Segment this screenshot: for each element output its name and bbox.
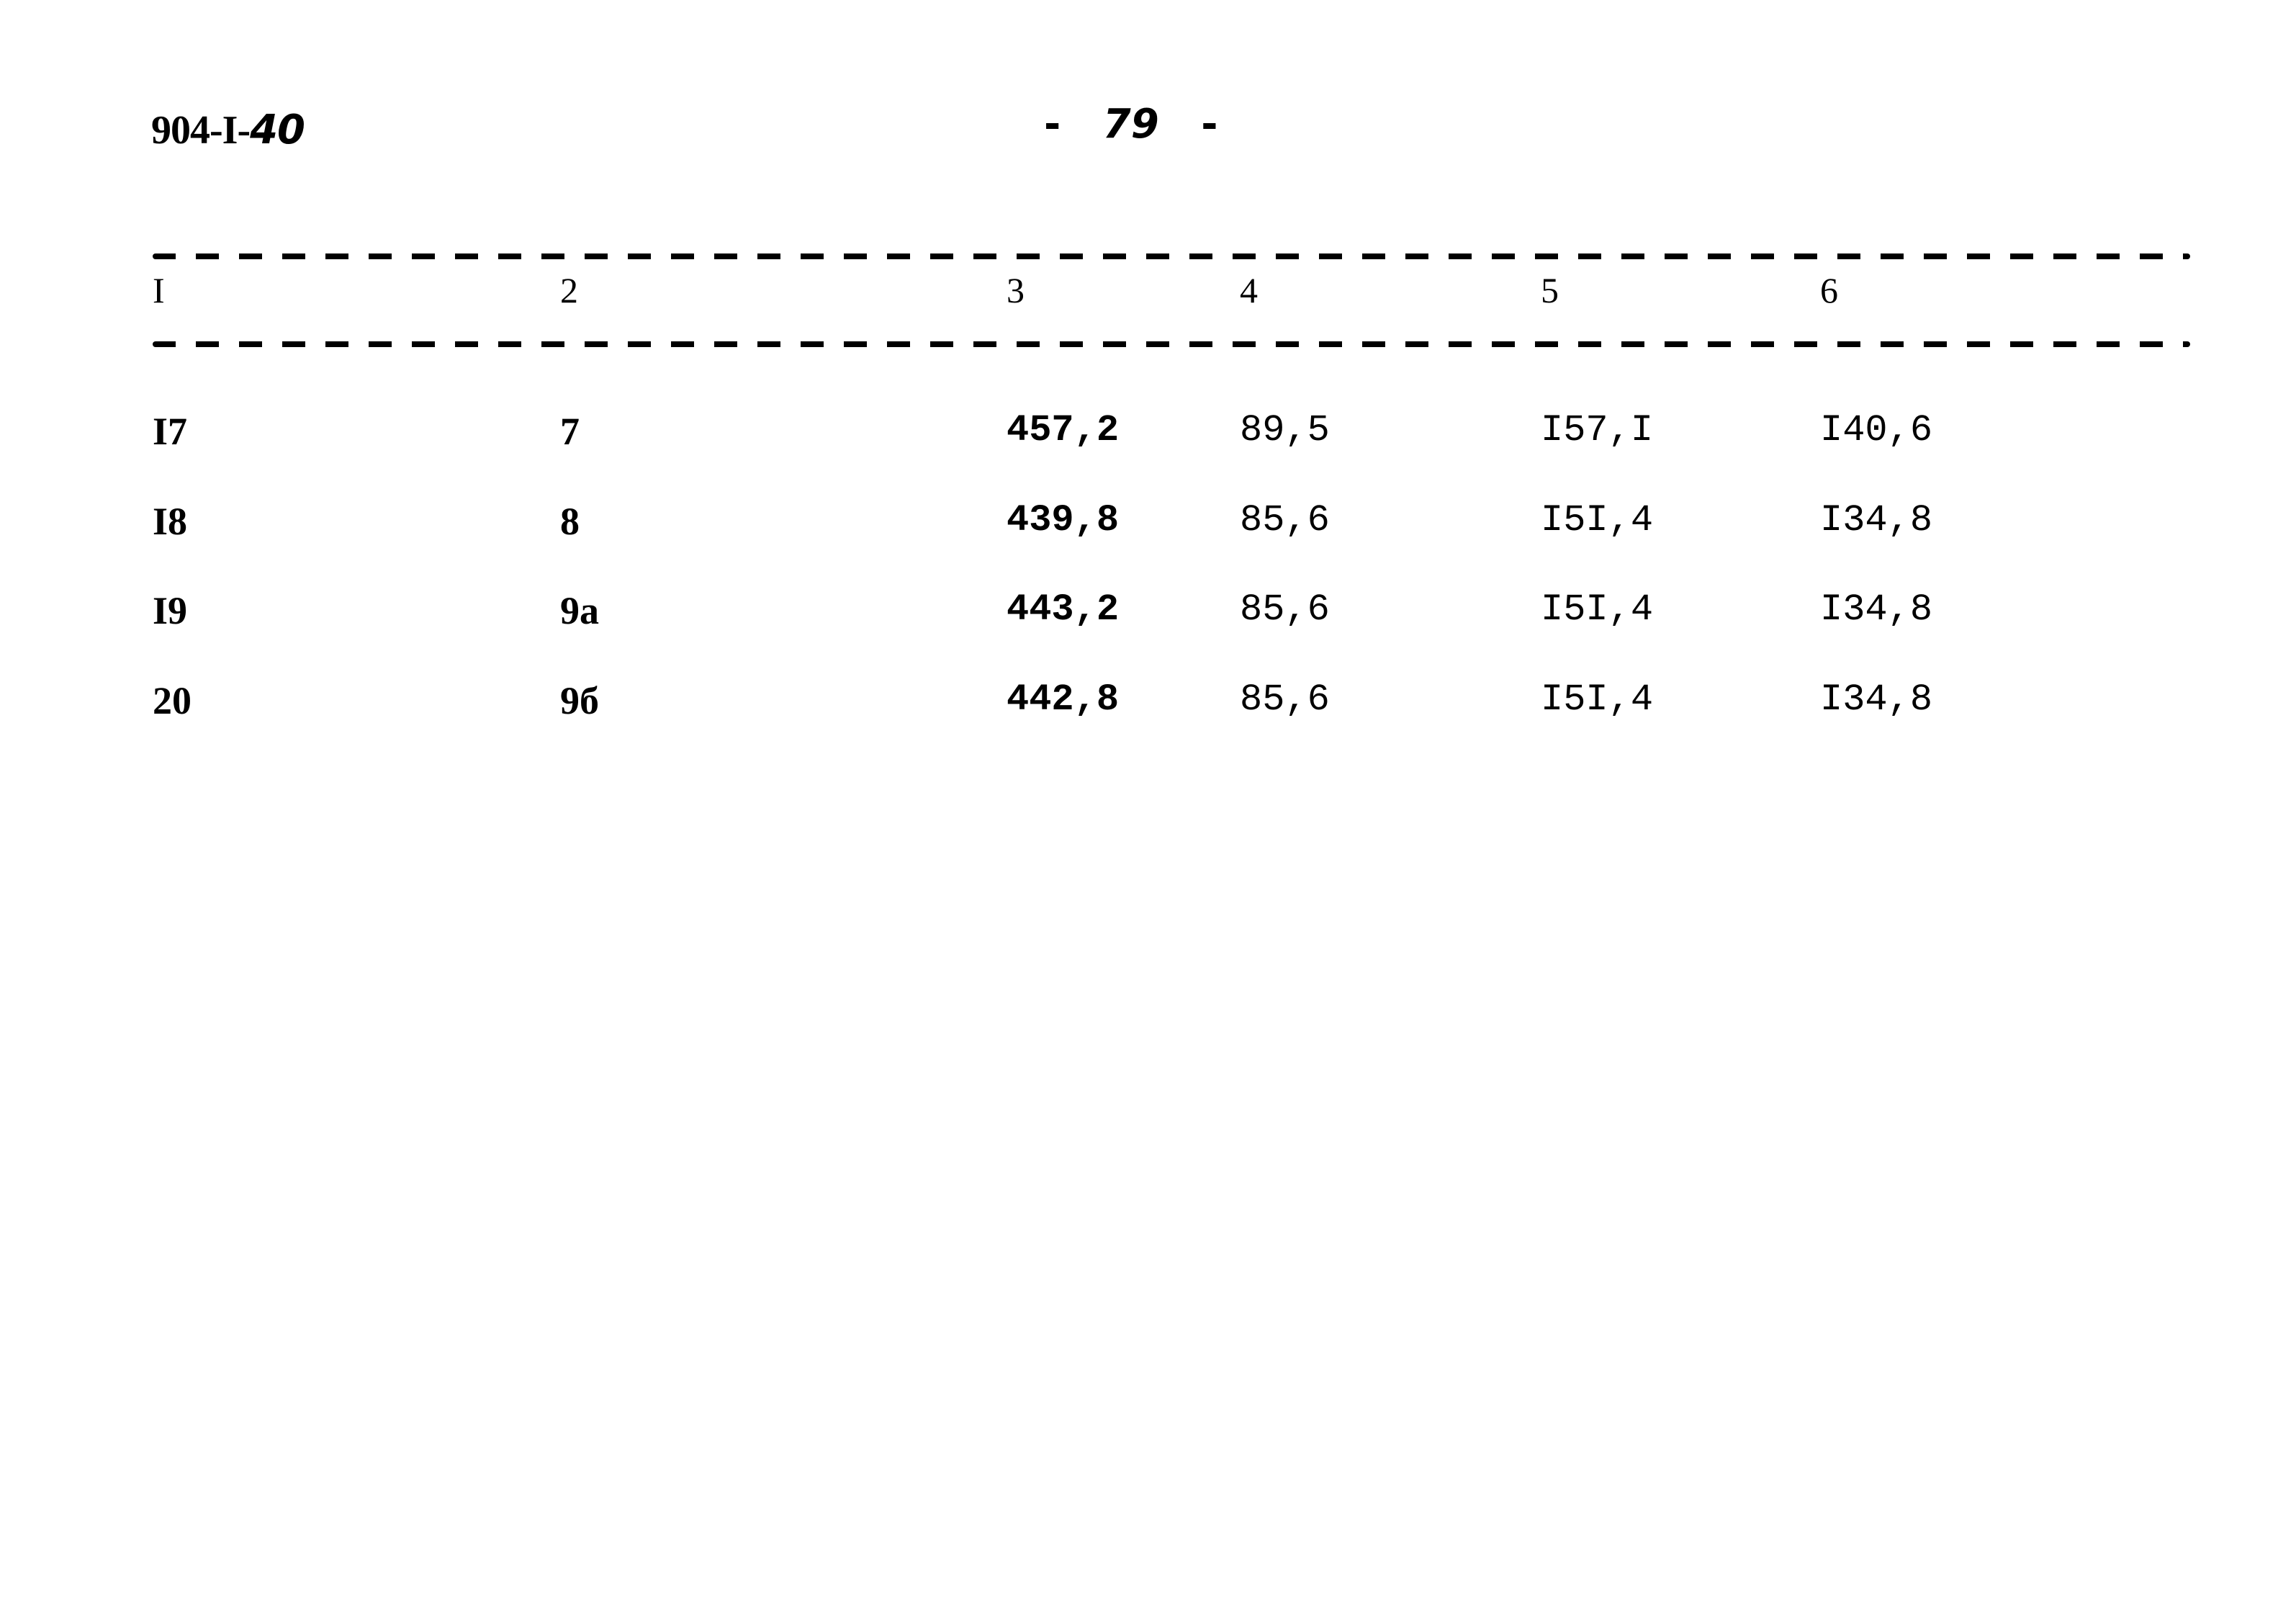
table-header-bottom-rule [153, 341, 2190, 347]
cell-value-3: 439,8 [1007, 499, 1120, 542]
cell-value-3: 443,2 [1007, 588, 1120, 631]
page-number: - 79 - [1044, 101, 1217, 148]
cell-value-3: 442,8 [1007, 678, 1120, 721]
cell-item-number: 7 [560, 410, 580, 453]
document-code-prefix: 904-I- [151, 108, 251, 153]
column-header-3: 3 [1007, 270, 1025, 310]
document-code: 904-I-40 [151, 107, 305, 153]
cell-value-5: I5I,4 [1541, 499, 1654, 542]
cell-value-4: 85,6 [1240, 678, 1330, 721]
page-number-value: 79 [1102, 101, 1159, 148]
column-header-4: 4 [1240, 270, 1258, 310]
cell-value-5: I57,I [1541, 409, 1654, 452]
cell-value-5: I5I,4 [1541, 588, 1654, 631]
cell-row-number: I7 [153, 410, 188, 453]
cell-value-6: I34,8 [1820, 678, 1933, 721]
table-header-top-rule [153, 253, 2190, 259]
cell-value-6: I34,8 [1820, 588, 1933, 631]
cell-value-5: I5I,4 [1541, 678, 1654, 721]
cell-item-number: 9а [560, 589, 599, 632]
page-number-dash-right: - [1201, 101, 1218, 148]
cell-item-number: 8 [560, 500, 580, 543]
column-header-1: I [153, 270, 165, 310]
cell-row-number: I9 [153, 589, 188, 632]
cell-value-6: I34,8 [1820, 499, 1933, 542]
cell-item-number: 9б [560, 679, 599, 722]
page-number-dash-left: - [1044, 101, 1061, 148]
column-header-5: 5 [1541, 270, 1559, 310]
cell-value-4: 89,5 [1240, 409, 1330, 452]
cell-value-3: 457,2 [1007, 409, 1120, 452]
column-header-6: 6 [1820, 270, 1838, 310]
document-code-handwritten-suffix: 40 [250, 107, 305, 153]
cell-row-number: I8 [153, 500, 188, 543]
column-header-2: 2 [560, 270, 578, 310]
cell-value-4: 85,6 [1240, 499, 1330, 542]
cell-row-number: 20 [153, 679, 192, 722]
cell-value-4: 85,6 [1240, 588, 1330, 631]
cell-value-6: I40,6 [1820, 409, 1933, 452]
